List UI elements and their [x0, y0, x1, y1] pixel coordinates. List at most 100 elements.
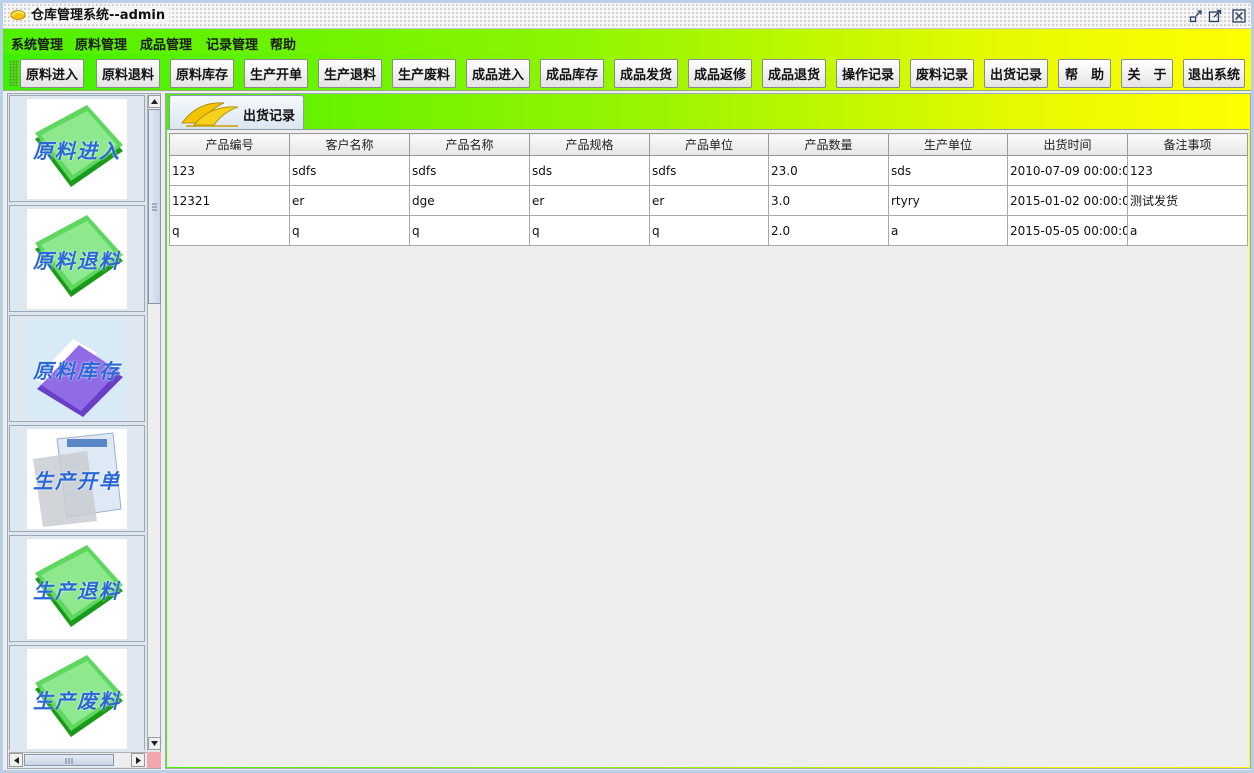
table-header-row: 产品编号 客户名称 产品名称 产品规格 产品单位 产品数量 生产单位 出货时间 … — [169, 133, 1248, 156]
menu-help[interactable]: 帮助 — [270, 34, 296, 53]
column-header-product-id[interactable]: 产品编号 — [169, 133, 290, 156]
sidebar-item-label: 原料退料 — [33, 248, 121, 273]
table-cell[interactable]: q — [529, 215, 650, 246]
table-cell[interactable]: sdfs — [409, 155, 530, 186]
toolbar-button-exit[interactable]: 退出系统 — [1183, 59, 1245, 88]
table-cell[interactable]: a — [1127, 215, 1248, 246]
sidebar-item-production-order[interactable]: 生产开单 — [9, 425, 145, 532]
grip-icon — [65, 758, 73, 764]
toolbar-button-product-repair[interactable]: 成品返修 — [688, 59, 752, 88]
column-header-notes[interactable]: 备注事项 — [1127, 133, 1248, 156]
toolbar-grip[interactable] — [9, 60, 18, 86]
table-cell[interactable]: sdfs — [649, 155, 769, 186]
table-cell[interactable]: 3.0 — [768, 185, 889, 216]
toolbar-button-about[interactable]: 关 于 — [1121, 59, 1173, 88]
sidebar-item-material-return[interactable]: 原料退料 — [9, 205, 145, 312]
table-cell[interactable]: 123 — [1127, 155, 1248, 186]
scroll-thumb[interactable] — [148, 109, 161, 304]
toolbar-button-product-stock[interactable]: 成品库存 — [540, 59, 604, 88]
table-cell[interactable]: q — [409, 215, 530, 246]
scroll-thumb-horizontal[interactable] — [24, 754, 114, 766]
table-row[interactable]: 123 sdfs sdfs sds sdfs 23.0 sds 2010-07-… — [169, 155, 1248, 186]
arrow-down-icon — [151, 741, 158, 746]
title-bar[interactable]: 仓库管理系统--admin — [3, 3, 1251, 29]
sidebar-item-production-waste[interactable]: 生产废料 — [9, 645, 145, 750]
table-cell[interactable]: er — [529, 185, 650, 216]
window-title: 仓库管理系统--admin — [31, 8, 170, 24]
table-cell[interactable]: a — [888, 215, 1008, 246]
toolbar-button-waste-log[interactable]: 废料记录 — [910, 59, 974, 88]
toolbar-button-product-shipping[interactable]: 成品发货 — [614, 59, 678, 88]
menu-bar: 系统管理 原料管理 成品管理 记录管理 帮助 — [3, 29, 1251, 54]
toolbar-button-help[interactable]: 帮 助 — [1058, 59, 1111, 88]
table-cell[interactable]: er — [649, 185, 769, 216]
toolbar-button-shipping-log[interactable]: 出货记录 — [984, 59, 1048, 88]
column-header-customer-name[interactable]: 客户名称 — [289, 133, 410, 156]
toolbar-button-material-return[interactable]: 原料退料 — [96, 59, 160, 88]
toolbar-button-material-in[interactable]: 原料进入 — [20, 59, 84, 88]
tab-shipping-record[interactable]: 出货记录 — [169, 95, 304, 129]
sidebar-item-label: 生产开单 — [33, 468, 121, 493]
content-panel: 出货记录 产品编号 客户名称 产品名称 产品规格 产品单位 产品数量 生产单位 … — [165, 93, 1251, 769]
table-cell[interactable]: sdfs — [289, 155, 410, 186]
arrow-left-icon — [13, 756, 19, 764]
toolbar-button-production-waste[interactable]: 生产废料 — [392, 59, 456, 88]
column-header-shipping-time[interactable]: 出货时间 — [1007, 133, 1128, 156]
table-cell[interactable]: sds — [888, 155, 1008, 186]
shipping-table: 产品编号 客户名称 产品名称 产品规格 产品单位 产品数量 生产单位 出货时间 … — [169, 133, 1248, 246]
table-area: 产品编号 客户名称 产品名称 产品规格 产品单位 产品数量 生产单位 出货时间 … — [167, 129, 1249, 767]
bananas-icon — [181, 102, 239, 127]
table-cell[interactable]: q — [169, 215, 290, 246]
sidebar-item-material-in[interactable]: 原料进入 — [9, 95, 145, 202]
scroll-left-button[interactable] — [9, 753, 23, 767]
close-button[interactable] — [1230, 7, 1248, 25]
table-row[interactable]: q q q q q 2.0 a 2015-05-05 00:00:0... a — [169, 215, 1248, 246]
toolbar-button-product-in[interactable]: 成品进入 — [466, 59, 530, 88]
table-cell[interactable]: 12321 — [169, 185, 290, 216]
scroll-right-button[interactable] — [131, 753, 145, 767]
column-header-product-spec[interactable]: 产品规格 — [529, 133, 650, 156]
sidebar-horizontal-scrollbar[interactable] — [9, 752, 147, 767]
table-cell[interactable]: sds — [529, 155, 650, 186]
sidebar-item-production-return[interactable]: 生产退料 — [9, 535, 145, 642]
sidebar-item-label: 原料进入 — [33, 138, 121, 163]
scroll-down-button[interactable] — [148, 737, 161, 750]
table-cell[interactable]: rtyry — [888, 185, 1008, 216]
menu-system[interactable]: 系统管理 — [11, 34, 63, 53]
table-cell[interactable]: 23.0 — [768, 155, 889, 186]
minimize-button[interactable] — [1187, 7, 1205, 25]
column-header-product-name[interactable]: 产品名称 — [409, 133, 530, 156]
menu-product[interactable]: 成品管理 — [140, 34, 192, 53]
toolbar-button-operation-log[interactable]: 操作记录 — [836, 59, 900, 88]
menu-records[interactable]: 记录管理 — [206, 34, 258, 53]
table-cell[interactable]: 123 — [169, 155, 290, 186]
table-cell[interactable]: 2.0 — [768, 215, 889, 246]
arrow-right-icon — [135, 756, 141, 764]
sidebar-list: 原料进入 原料退料 原料库存 生产开单 生产退料 生产废料 — [9, 95, 145, 750]
toolbar-button-production-return[interactable]: 生产退料 — [318, 59, 382, 88]
toolbar-button-material-stock[interactable]: 原料库存 — [170, 59, 234, 88]
column-header-manufacturer[interactable]: 生产单位 — [888, 133, 1008, 156]
grip-icon — [152, 203, 157, 211]
close-icon — [1232, 9, 1246, 23]
scroll-up-button[interactable] — [148, 95, 161, 108]
toolbar-button-production-order[interactable]: 生产开单 — [244, 59, 308, 88]
table-cell[interactable]: q — [649, 215, 769, 246]
maximize-button[interactable] — [1206, 7, 1224, 25]
column-header-quantity[interactable]: 产品数量 — [768, 133, 889, 156]
table-cell[interactable]: 2010-07-09 00:00:0... — [1007, 155, 1128, 186]
table-cell[interactable]: 测试发货 — [1127, 185, 1248, 216]
table-cell[interactable]: er — [289, 185, 410, 216]
table-cell[interactable]: 2015-01-02 00:00:0... — [1007, 185, 1128, 216]
table-cell[interactable]: q — [289, 215, 410, 246]
menu-material[interactable]: 原料管理 — [75, 34, 127, 53]
sidebar-item-material-stock[interactable]: 原料库存 — [9, 315, 145, 422]
sidebar-vertical-scrollbar[interactable] — [147, 95, 161, 751]
table-row[interactable]: 12321 er dge er er 3.0 rtyry 2015-01-02 … — [169, 185, 1248, 216]
column-header-product-unit[interactable]: 产品单位 — [649, 133, 769, 156]
toolbar: 原料进入 原料退料 原料库存 生产开单 生产退料 生产废料 成品进入 成品库存 … — [3, 54, 1251, 91]
toolbar-button-product-return[interactable]: 成品退货 — [762, 59, 826, 88]
table-cell[interactable]: 2015-05-05 00:00:0... — [1007, 215, 1128, 246]
table-cell[interactable]: dge — [409, 185, 530, 216]
sidebar-panel: 原料进入 原料退料 原料库存 生产开单 生产退料 生产废料 — [7, 93, 161, 769]
